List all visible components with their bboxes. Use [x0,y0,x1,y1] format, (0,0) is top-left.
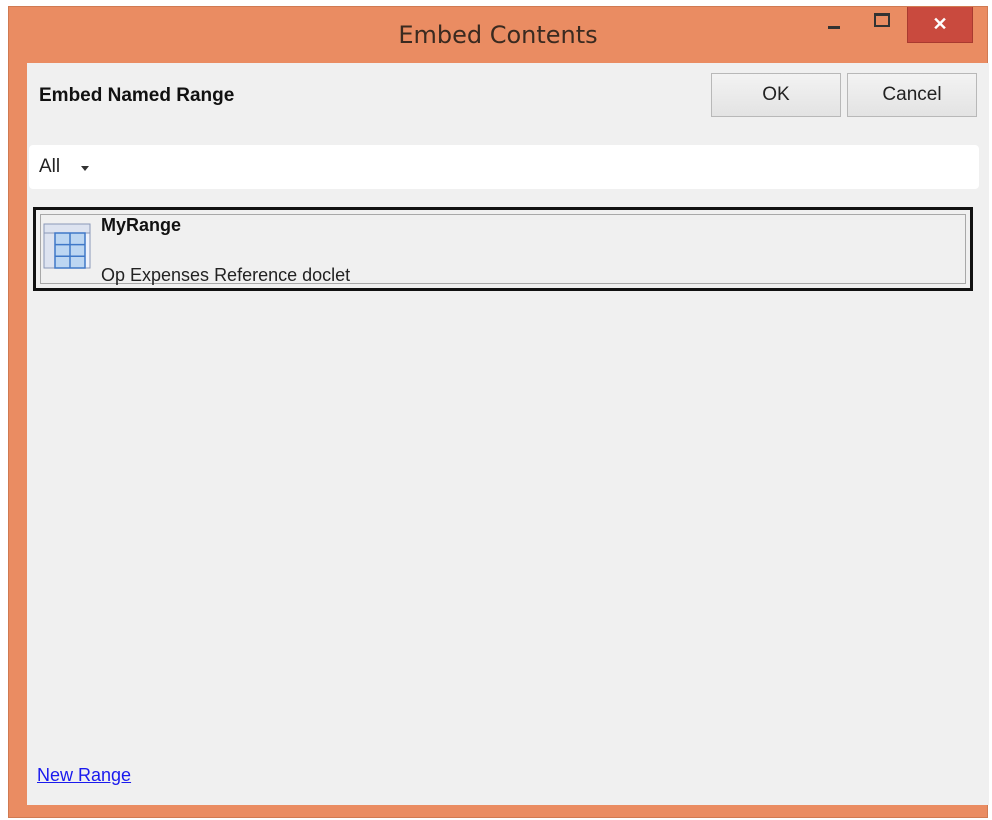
filter-dropdown[interactable]: All [29,145,979,189]
range-description: Op Expenses Reference doclet [101,265,351,285]
close-button[interactable]: ✕ [907,7,973,43]
dialog-window: Embed Contents ✕ Embed Named Range OK Ca… [8,6,989,818]
new-range-link[interactable]: New Range [37,765,131,786]
minimize-button[interactable] [817,7,851,39]
close-icon: ✕ [932,14,948,34]
filter-selected-value: All [39,156,61,177]
maximize-icon [874,13,890,27]
minimize-icon [828,25,840,29]
chevron-down-icon [81,166,89,171]
cancel-button[interactable]: Cancel [847,73,977,117]
dialog-heading: Embed Named Range [39,85,235,106]
table-grid-icon [43,223,91,269]
title-bar[interactable]: Embed Contents ✕ [9,7,987,63]
range-list-item-body: MyRange Op Expenses Reference doclet [40,214,966,285]
range-name: MyRange [101,215,182,235]
maximize-button[interactable] [861,7,903,39]
range-list-item[interactable]: MyRange Op Expenses Reference doclet [33,207,973,291]
ok-button[interactable]: OK [711,73,841,117]
dialog-body: Embed Named Range OK Cancel All MyRange … [27,63,989,805]
